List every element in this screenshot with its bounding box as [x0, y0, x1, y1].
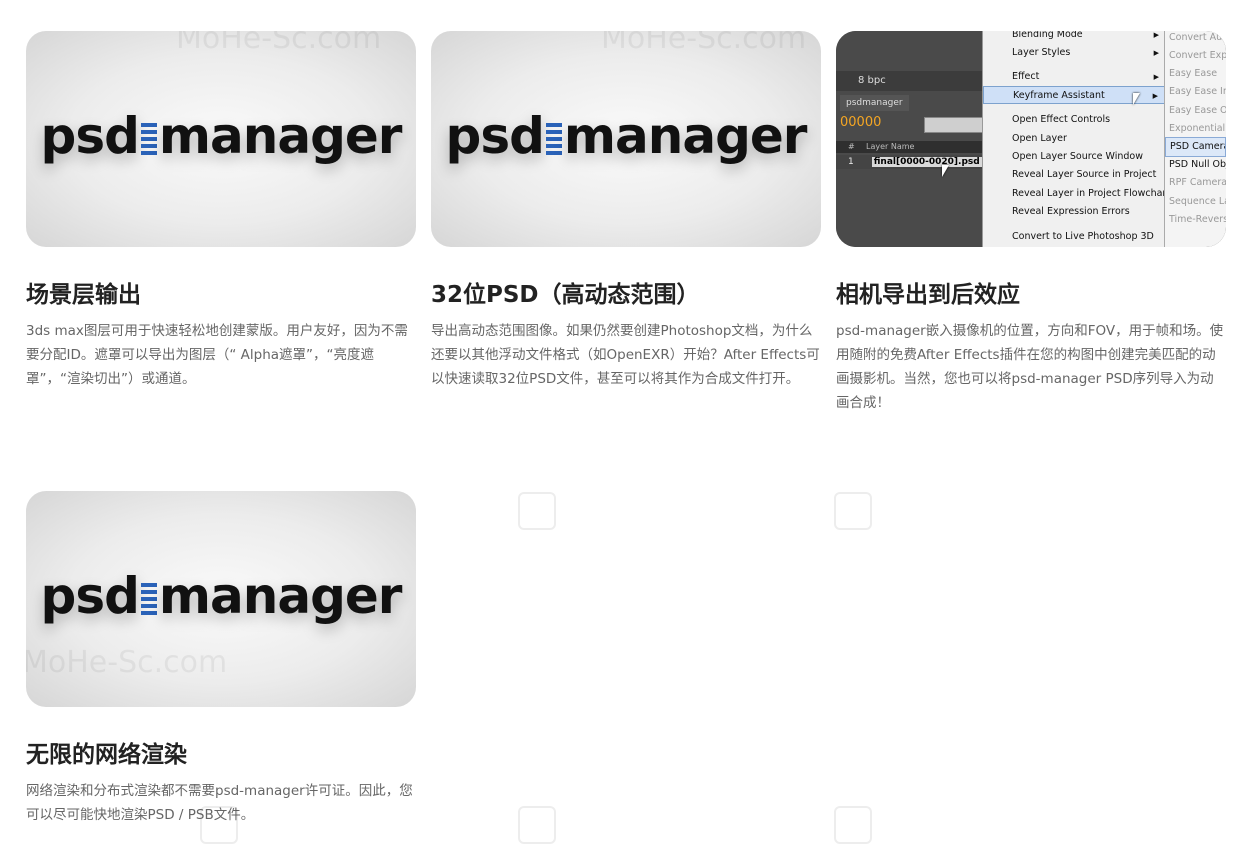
- ae-comp-tab: psdmanager: [840, 95, 909, 111]
- logo: psd manager: [40, 107, 403, 165]
- psd-manager-logo-image: MoHe-Sc.com psd manager: [26, 31, 416, 247]
- psd-manager-logo-image: MoHe-Sc.com psd manager: [431, 31, 821, 247]
- submenu-item: Convert Expression to Keyframes: [1169, 50, 1226, 61]
- card-description: 3ds max图层可用于快速轻松地创建蒙版。用户友好，因为不需要分配ID。遮罩可…: [26, 323, 408, 387]
- mouse-cursor-icon: [942, 165, 949, 177]
- menu-item: Reveal Layer in Project Flowchart: [1012, 188, 1171, 199]
- card-title: 无限的网络渲染: [26, 742, 187, 768]
- card-description: 导出高动态范围图像。如果仍然要创建Photoshop文档，为什么还要以其他浮动文…: [431, 323, 820, 387]
- watermark-logo-icon: [834, 492, 872, 530]
- submenu-item: Easy Ease Out: [1169, 105, 1226, 116]
- watermark: MoHe-Sc.com: [26, 645, 228, 680]
- submenu-item: RPF Camera Import: [1169, 177, 1226, 188]
- after-effects-screenshot: 8 bpc psdmanager 00000 # Layer Name 1 fina…: [836, 31, 1226, 247]
- watermark-logo-icon: [834, 806, 872, 844]
- menu-item: Layer Styles ▶: [1012, 47, 1159, 58]
- menu-item: Reveal Expression Errors: [1012, 206, 1130, 217]
- feature-card-1: MoHe-Sc.com psd manager 场景层输出 3ds max图层可用…: [26, 31, 416, 391]
- card-title: 32位PSD（高动态范围）: [431, 282, 700, 308]
- mouse-cursor-icon: [1133, 93, 1140, 105]
- card-title: 场景层输出: [26, 282, 141, 308]
- watermark-logo-icon: [518, 492, 556, 530]
- submenu-item: Sequence Layers: [1169, 196, 1226, 207]
- card-title: 相机导出到后效应: [836, 282, 1020, 308]
- submenu-item: Convert Audio to Keyframes: [1169, 32, 1226, 43]
- feature-card-4: MoHe-Sc.com psd manager 无限的网络渲染 网络渲染和分布式渲…: [26, 491, 416, 827]
- logo-bars-icon: [545, 123, 562, 155]
- menu-item: Open Layer: [1012, 133, 1067, 144]
- submenu-item: Easy Ease In: [1169, 86, 1226, 97]
- ae-submenu: Convert Audio to Keyframes Convert Expre…: [1164, 31, 1226, 247]
- menu-item: Open Effect Controls: [1012, 114, 1111, 125]
- menu-item: Effect ▶: [1012, 71, 1159, 82]
- submenu-item: Easy Ease: [1169, 68, 1218, 79]
- logo-bars-icon: [140, 123, 157, 155]
- watermark: MoHe-Sc.com: [176, 31, 382, 56]
- submenu-item: PSD Null Objects: [1169, 159, 1226, 170]
- ae-layer-row: 1 final[0000-0020].psd: [836, 155, 982, 169]
- feature-card-2: MoHe-Sc.com psd manager 32位PSD（高动态范围） 导出高…: [431, 31, 821, 391]
- psd-manager-logo-image: MoHe-Sc.com psd manager: [26, 491, 416, 707]
- logo: psd manager: [445, 107, 808, 165]
- logo: psd manager: [40, 567, 403, 625]
- submenu-item: Exponential Scale: [1169, 123, 1226, 134]
- logo-bars-icon: [140, 583, 157, 615]
- ae-toolbar: 8 bpc: [836, 71, 982, 91]
- ae-timecode: 00000: [840, 115, 882, 130]
- submenu-item: Time-Reverse Keyframes: [1169, 214, 1226, 225]
- watermark-logo-icon: [200, 806, 238, 844]
- ae-search-field: [924, 117, 986, 133]
- ae-context-menu: Blending Mode ▶ Layer Styles ▶ Effect ▶ Key…: [982, 31, 1171, 247]
- card-description: psd-manager嵌入摄像机的位置，方向和FOV，用于帧和场。使用随附的免费…: [836, 323, 1224, 411]
- watermark: MoHe-Sc.com: [601, 31, 807, 56]
- ae-timeline-panel: 8 bpc psdmanager 00000 # Layer Name 1 fina…: [836, 31, 986, 247]
- menu-item: Open Layer Source Window: [1012, 151, 1144, 162]
- menu-item: Convert to Live Photoshop 3D: [1012, 231, 1154, 242]
- menu-item: Reveal Layer Source in Project: [1012, 169, 1157, 180]
- menu-item: Blending Mode ▶: [1012, 31, 1159, 40]
- feature-card-3: 8 bpc psdmanager 00000 # Layer Name 1 fina…: [836, 31, 1226, 415]
- submenu-item-psd-camera-import: PSD Camera Import: [1165, 137, 1226, 157]
- watermark-logo-icon: [518, 806, 556, 844]
- ae-layer-header: # Layer Name: [836, 141, 982, 153]
